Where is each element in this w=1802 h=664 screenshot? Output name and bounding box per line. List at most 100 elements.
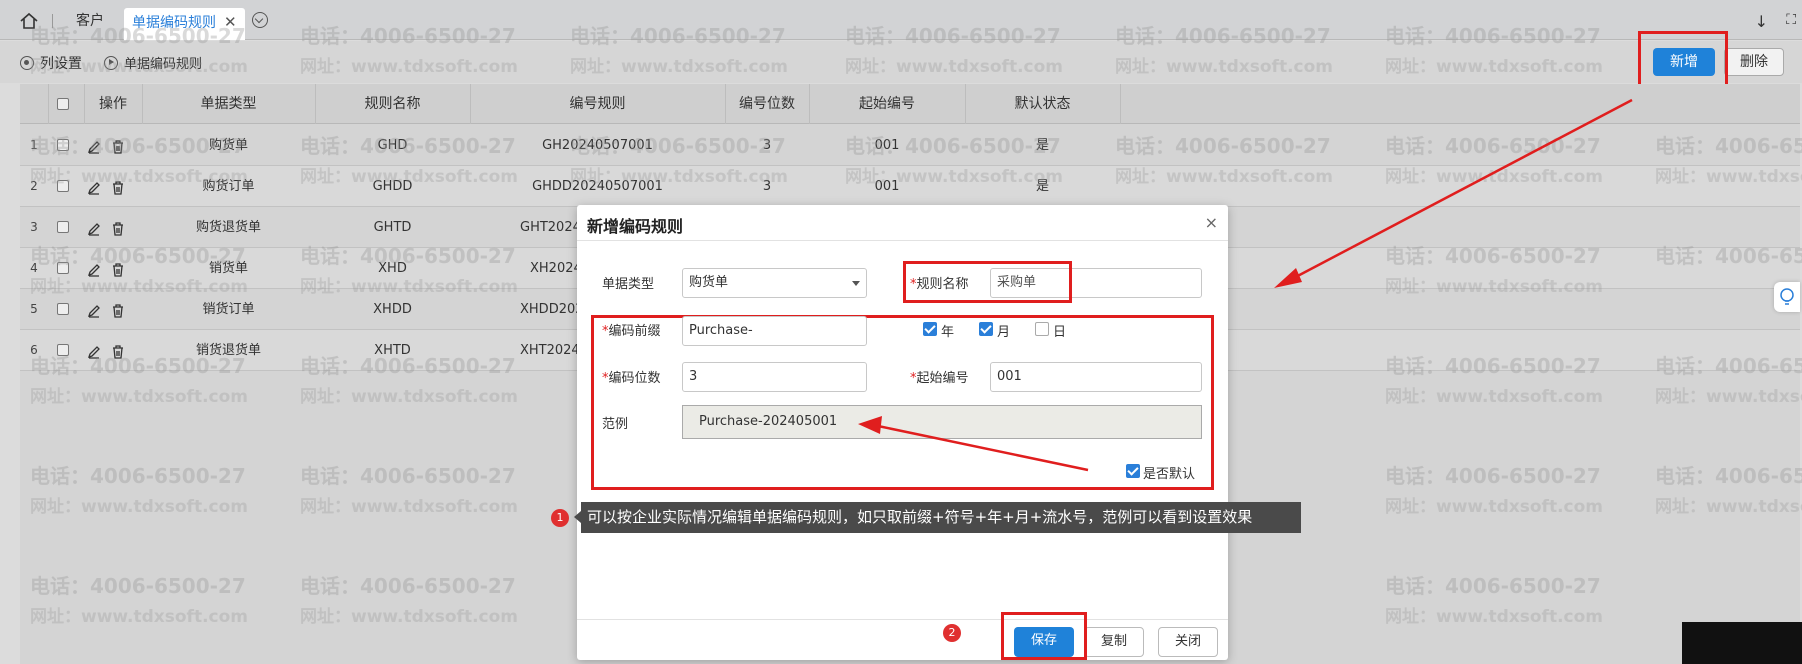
- start-number-input[interactable]: 001: [990, 362, 1202, 392]
- header-default-status: 默认状态: [1014, 96, 1071, 112]
- delete-icon[interactable]: [110, 303, 126, 319]
- example-display: Purchase-202405001: [682, 405, 1202, 439]
- tab-divider: [52, 14, 53, 28]
- tab-more-icon[interactable]: [252, 12, 268, 28]
- chevron-down-icon: [852, 281, 860, 286]
- new-rule-dialog: 新增编码规则 × 单据类型 购货单 *规则名称 采购单 *编码前缀 Purcha…: [577, 205, 1228, 660]
- cell-rule-name: XHDD: [373, 302, 412, 317]
- home-icon[interactable]: [18, 10, 40, 32]
- day-label: 日: [1053, 325, 1067, 340]
- copy-button[interactable]: 复制: [1084, 627, 1144, 657]
- toolbar: 列设置 单据编码规则: [0, 41, 1802, 83]
- header-digits: 编号位数: [739, 96, 795, 112]
- play-icon: [104, 55, 118, 70]
- encoding-rule-button[interactable]: 单据编码规则: [104, 53, 202, 72]
- tab-encoding-rule[interactable]: 单据编码规则 ✕: [124, 8, 245, 40]
- row-checkbox[interactable]: [57, 262, 69, 274]
- delete-icon[interactable]: [110, 180, 126, 196]
- help-bulb-button[interactable]: [1774, 282, 1800, 312]
- row-checkbox[interactable]: [57, 221, 69, 233]
- cell-rule-name: GHDD: [372, 179, 413, 194]
- annotation-tooltip: 可以按企业实际情况编辑单据编码规则，如只取前缀+符号+年+月+流水号，范例可以看…: [574, 502, 1301, 533]
- select-all-checkbox[interactable]: [57, 98, 69, 110]
- row-number: 2: [30, 179, 38, 193]
- prefix-input[interactable]: Purchase-: [682, 316, 867, 346]
- tab-bar: 客户 单据编码规则 ✕ ↓ ⛶: [0, 0, 1802, 40]
- year-checkbox[interactable]: [923, 322, 937, 336]
- edit-icon[interactable]: [86, 139, 102, 155]
- step-badge-1: 1: [551, 509, 569, 527]
- delete-icon[interactable]: [110, 139, 126, 155]
- tab-encoding-rule-label: 单据编码规则: [132, 15, 216, 31]
- row-checkbox[interactable]: [57, 303, 69, 315]
- cell-start-number: 001: [874, 179, 900, 194]
- edit-icon[interactable]: [86, 303, 102, 319]
- cell-start-number: 001: [874, 138, 900, 153]
- start-number-label: *起始编号: [910, 367, 969, 386]
- row-checkbox[interactable]: [57, 139, 69, 151]
- delete-icon[interactable]: [110, 262, 126, 278]
- delete-button[interactable]: 删除: [1724, 48, 1784, 76]
- month-checkbox[interactable]: [979, 322, 993, 336]
- close-button[interactable]: 关闭: [1158, 627, 1218, 657]
- doc-type-label: 单据类型: [602, 277, 655, 292]
- year-label: 年: [941, 325, 955, 340]
- fullscreen-icon[interactable]: ⛶: [1786, 12, 1796, 28]
- cell-doc-type: 销货单: [208, 261, 248, 276]
- header-start-number: 起始编号: [859, 96, 915, 112]
- edit-icon[interactable]: [86, 180, 102, 196]
- tab-close-icon[interactable]: ✕: [224, 13, 237, 31]
- delete-icon[interactable]: [110, 221, 126, 237]
- cell-number-rule: GHDD20240507001: [532, 179, 663, 194]
- example-label: 范例: [602, 417, 629, 432]
- prefix-label: *编码前缀: [602, 320, 661, 339]
- default-checkbox[interactable]: [1126, 464, 1140, 478]
- digits-input[interactable]: 3: [682, 362, 867, 392]
- download-icon[interactable]: ↓: [1755, 12, 1768, 31]
- start-number-label-text: 起始编号: [916, 371, 969, 386]
- cell-number-rule: GH20240507001: [542, 138, 653, 153]
- dialog-title: 新增编码规则: [587, 217, 684, 236]
- row-number: 5: [30, 302, 38, 316]
- cell-doc-type: 购货订单: [202, 179, 255, 194]
- tab-customer[interactable]: 客户: [68, 8, 112, 34]
- lightbulb-icon: [1780, 288, 1794, 305]
- header-doc-type: 单据类型: [200, 96, 257, 112]
- prefix-label-text: 编码前缀: [608, 324, 661, 339]
- row-number: 4: [30, 261, 38, 275]
- step-badge-2: 2: [943, 624, 961, 642]
- dialog-footer-divider: [577, 619, 1228, 620]
- header-rule-name: 规则名称: [364, 96, 421, 112]
- cell-doc-type: 销货退货单: [195, 343, 261, 358]
- edit-icon[interactable]: [86, 262, 102, 278]
- row-number: 3: [30, 220, 38, 234]
- column-settings-label: 列设置: [40, 56, 82, 72]
- cell-digits: 3: [762, 138, 772, 153]
- cell-rule-name: XHTD: [374, 343, 411, 358]
- header-operation: 操作: [99, 96, 127, 112]
- cell-default-status: 是: [1035, 138, 1049, 153]
- table-row[interactable]: 1 购货单 GHD GH20240507001 3 001 是: [20, 125, 1800, 166]
- save-button-highlight: [1001, 612, 1087, 660]
- encoding-rule-label: 单据编码规则: [124, 57, 203, 72]
- cell-rule-name: XHD: [378, 261, 407, 276]
- rule-name-highlight: [903, 261, 1072, 303]
- column-settings-button[interactable]: 列设置: [20, 53, 82, 73]
- row-number: 6: [30, 343, 38, 357]
- delete-icon[interactable]: [110, 344, 126, 360]
- table-row[interactable]: 2 购货订单 GHDD GHDD20240507001 3 001 是: [20, 166, 1800, 207]
- cell-doc-type: 销货订单: [202, 302, 255, 317]
- day-checkbox[interactable]: [1035, 322, 1049, 336]
- edit-icon[interactable]: [86, 344, 102, 360]
- corner-overlay: [1682, 622, 1802, 664]
- edit-icon[interactable]: [86, 221, 102, 237]
- dialog-header-divider: [577, 240, 1228, 241]
- close-icon[interactable]: ×: [1205, 213, 1218, 232]
- doc-type-select[interactable]: 购货单: [682, 268, 867, 298]
- gear-icon: [20, 56, 34, 70]
- cell-rule-name: GHD: [377, 138, 408, 153]
- row-checkbox[interactable]: [57, 344, 69, 356]
- row-checkbox[interactable]: [57, 180, 69, 192]
- month-label: 月: [997, 325, 1011, 340]
- cell-default-status: 是: [1035, 179, 1049, 194]
